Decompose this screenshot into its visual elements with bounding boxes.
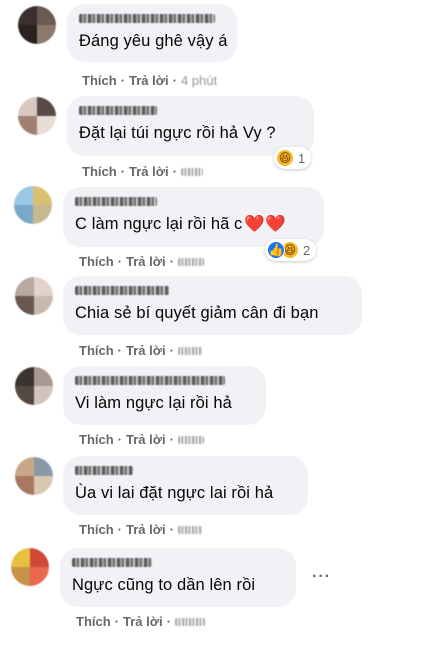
author-name-blurred[interactable] xyxy=(75,286,169,295)
avatar[interactable] xyxy=(15,277,53,315)
reaction-count: 1 xyxy=(298,150,306,166)
author-name-blurred[interactable] xyxy=(79,14,215,23)
separator-dot: · xyxy=(166,614,171,629)
like-link[interactable]: Thích xyxy=(76,614,111,629)
comment-text: Ùa vi lai đặt ngực lai rồi hả xyxy=(75,484,274,502)
separator-dot: · xyxy=(169,254,174,269)
author-name-blurred[interactable] xyxy=(75,376,225,385)
avatar[interactable] xyxy=(11,548,49,586)
comment-actions: Thích · Trả lời · xyxy=(82,164,203,179)
reaction-summary[interactable]: 👍 😆 2 xyxy=(265,239,317,261)
comment-bubble: Ngực cũng to dần lên rồi xyxy=(60,548,296,607)
comment-actions: Thích · Trả lời · 4 phút xyxy=(82,73,217,88)
reaction-count: 2 xyxy=(303,242,311,258)
author-name-blurred[interactable] xyxy=(75,466,133,475)
avatar[interactable] xyxy=(15,457,53,495)
reply-link[interactable]: Trả lời xyxy=(126,343,166,358)
reply-link[interactable]: Trả lời xyxy=(129,73,169,88)
timestamp-blurred[interactable] xyxy=(180,167,203,176)
timestamp-blurred[interactable] xyxy=(177,346,202,355)
like-link[interactable]: Thích xyxy=(79,522,114,537)
comment-actions: Thích · Trả lời · xyxy=(76,614,205,629)
separator-dot: · xyxy=(172,73,177,88)
comment-text: Chia sẻ bí quyết giảm cân đi bạn xyxy=(75,304,319,322)
avatar[interactable] xyxy=(18,97,56,135)
like-link[interactable]: Thích xyxy=(82,73,117,88)
comment-text: Ngực cũng to dần lên rồi xyxy=(72,576,256,594)
timestamp-blurred[interactable] xyxy=(177,435,204,444)
comment-text: Đặt lại túi ngực rồi hả Vy ? xyxy=(79,124,276,142)
separator-dot: · xyxy=(117,522,123,537)
author-name-blurred[interactable] xyxy=(79,106,157,115)
separator-dot: · xyxy=(120,73,126,88)
comment-text-body: C làm ngực lại rồi hã c xyxy=(75,215,243,233)
comment-bubble: Đáng yêu ghê vậy á xyxy=(67,4,237,62)
reply-link[interactable]: Trả lời xyxy=(126,522,166,537)
like-reaction-icon: 👍 xyxy=(267,241,285,259)
separator-dot: · xyxy=(117,254,123,269)
avatar[interactable] xyxy=(18,6,56,44)
like-link[interactable]: Thích xyxy=(82,164,117,179)
reply-link[interactable]: Trả lời xyxy=(123,614,163,629)
comment-actions: Thích · Trả lời · xyxy=(79,432,204,447)
separator-dot: · xyxy=(169,343,174,358)
like-link[interactable]: Thích xyxy=(79,343,114,358)
comment-text: C làm ngực lại rồi hã c ❤️❤️ xyxy=(75,214,311,234)
separator-dot: · xyxy=(117,432,123,447)
comment-bubble: Chia sẻ bí quyết giảm cân đi bạn xyxy=(63,276,362,335)
avatar[interactable] xyxy=(14,186,52,224)
timestamp-blurred[interactable] xyxy=(177,525,202,534)
separator-dot: · xyxy=(172,164,177,179)
like-link[interactable]: Thích xyxy=(79,254,114,269)
timestamp-blurred[interactable] xyxy=(174,617,205,626)
comment-bubble: Đặt lại túi ngực rồi hả Vy ? xyxy=(67,96,314,156)
comment-actions: Thích · Trả lời · xyxy=(79,522,202,537)
comment-text: Đáng yêu ghê vậy á xyxy=(79,32,228,50)
comment-bubble: Vi làm ngực lại rồi hả xyxy=(63,366,266,425)
like-link[interactable]: Thích xyxy=(79,432,114,447)
reply-link[interactable]: Trả lời xyxy=(126,254,166,269)
comment-bubble: Ùa vi lai đặt ngực lai rồi hả xyxy=(63,456,308,515)
more-options-button[interactable]: ··· xyxy=(312,568,331,586)
comment-text: Vi làm ngực lại rồi hả xyxy=(75,394,232,412)
avatar[interactable] xyxy=(15,367,53,405)
heart-emoji: ❤️❤️ xyxy=(244,215,286,233)
comment-actions: Thích · Trả lời · xyxy=(79,343,202,358)
timestamp[interactable]: 4 phút xyxy=(181,73,217,88)
comment-actions: Thích · Trả lời · xyxy=(79,254,204,269)
comment-bubble: C làm ngực lại rồi hã c ❤️❤️ xyxy=(63,187,324,247)
haha-reaction-icon: 😆 xyxy=(276,149,294,167)
separator-dot: · xyxy=(114,614,120,629)
comment-thread: Đáng yêu ghê vậy á Thích · Trả lời · 4 p… xyxy=(0,0,442,650)
author-name-blurred[interactable] xyxy=(75,197,157,206)
reaction-summary[interactable]: 😆 1 xyxy=(274,147,312,169)
separator-dot: · xyxy=(169,522,174,537)
author-name-blurred[interactable] xyxy=(72,558,152,567)
timestamp-blurred[interactable] xyxy=(177,257,204,266)
reply-link[interactable]: Trả lời xyxy=(126,432,166,447)
separator-dot: · xyxy=(120,164,126,179)
separator-dot: · xyxy=(169,432,174,447)
reply-link[interactable]: Trả lời xyxy=(129,164,169,179)
separator-dot: · xyxy=(117,343,123,358)
